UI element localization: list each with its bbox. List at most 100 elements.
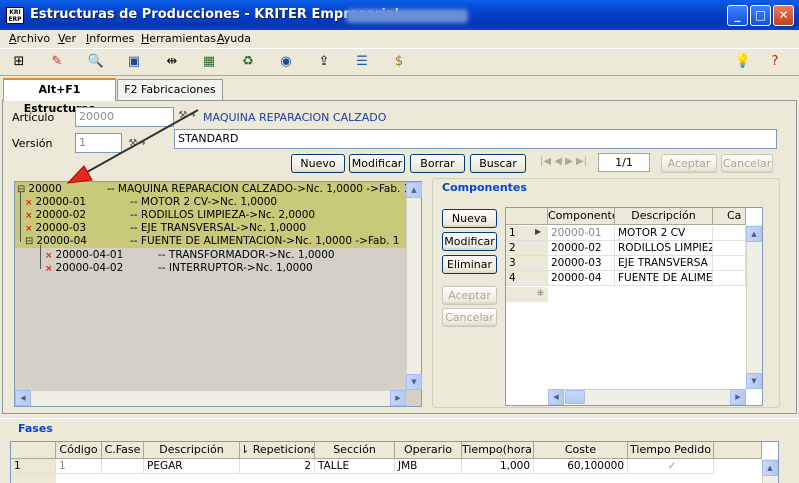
export-icon[interactable]: ⇪ (314, 52, 334, 72)
tree-node[interactable]: × 20000-02 (25, 209, 86, 222)
article-label: Artículo (12, 111, 55, 124)
collapse-icon[interactable]: ⊟ (25, 236, 33, 247)
phase-description: PEGAR (144, 459, 240, 474)
component-code: 20000-01 (548, 226, 615, 241)
component-code: 20000-03 (548, 256, 615, 271)
phases-scroll-up[interactable]: ▲ (762, 460, 778, 476)
help-icon[interactable]: ? (765, 52, 785, 72)
maximize-button[interactable]: □ (750, 5, 771, 26)
view-icon[interactable]: ▣ (124, 52, 144, 72)
row-number: 4 (506, 271, 548, 286)
component-delete-button[interactable]: Eliminar (442, 255, 497, 274)
annotation-arrow (66, 109, 199, 184)
tree-node[interactable]: × 20000-04-01 (45, 249, 123, 262)
globe-icon[interactable]: ◉ (276, 52, 296, 72)
component-quantity (713, 271, 746, 286)
tree-scroll-down[interactable]: ▼ (406, 374, 422, 390)
phase-col-header[interactable]: Código (56, 442, 102, 459)
leaf-marker-icon: × (45, 251, 53, 261)
component-description: FUENTE DE ALIME (615, 271, 713, 286)
phase-col-header[interactable]: Sección (315, 442, 395, 459)
version-label: Versión (12, 137, 53, 150)
phase-row-number: 1 (11, 459, 56, 474)
row-number: 1 (506, 226, 548, 241)
component-description: MOTOR 2 CV (615, 226, 713, 241)
components-scroll-thumb[interactable] (565, 390, 585, 404)
component-modify-button[interactable]: Modificar (442, 232, 497, 251)
phase-col-header[interactable]: ⇂ Repeticione (240, 442, 315, 459)
minimize-button[interactable]: _ (727, 5, 748, 26)
menu-ver[interactable]: Ver (58, 32, 76, 45)
tree-vertical-scrollbar[interactable] (406, 182, 421, 390)
tree-horizontal-scrollbar[interactable] (15, 390, 406, 406)
menu-ayuda[interactable]: Ayuda (217, 32, 251, 45)
phase-cfase (102, 459, 144, 474)
swap-icon[interactable]: ⇹ (162, 52, 182, 72)
money-bag-icon[interactable]: $ (389, 52, 409, 72)
cancel-button[interactable]: Cancelar (721, 154, 773, 173)
components-scroll-right[interactable]: ▶ (730, 389, 746, 405)
component-cancel-button[interactable]: Cancelar (442, 308, 497, 327)
app-icon-top-text: KRI (9, 9, 21, 16)
phase-col-header[interactable]: Tiempo Pedido (628, 442, 714, 459)
tree-node[interactable]: ⊟ 20000-04 (25, 235, 87, 248)
phase-col-header[interactable]: Descripción (144, 442, 240, 459)
modify-button[interactable]: Modificar (349, 154, 405, 173)
menu-herramientas[interactable]: Herramientas (141, 32, 216, 45)
phases-grid-corner (11, 442, 56, 459)
components-scroll-left[interactable]: ◀ (548, 389, 564, 405)
hierarchy-icon[interactable]: ☰ (352, 52, 372, 72)
recycle-icon[interactable]: ♻ (238, 52, 258, 72)
tree-scroll-left[interactable]: ◀ (15, 390, 31, 406)
delete-button[interactable]: Borrar (410, 154, 465, 173)
col-header-component[interactable]: Componente (548, 208, 615, 225)
preview-icon[interactable]: 🔍 (86, 52, 106, 72)
search-button[interactable]: Buscar (470, 154, 526, 173)
phase-cost: 60,100000 (534, 459, 628, 474)
tree-node[interactable]: ⊟ 20000 (17, 183, 62, 196)
tree-node[interactable]: × 20000-03 (25, 222, 86, 235)
component-new-button[interactable]: Nueva (442, 209, 497, 228)
col-header-description[interactable]: Descripción (615, 208, 713, 225)
phase-col-header[interactable]: Coste (534, 442, 628, 459)
calculator-icon[interactable]: ▦ (199, 52, 219, 72)
col-header-quantity[interactable]: Ca (713, 208, 746, 225)
tree-node-description: -- RODILLOS LIMPIEZA->Nc. 2,0000 (130, 209, 316, 221)
record-navigation[interactable]: |◀ ◀ ▶ ▶| (540, 156, 587, 167)
tree-icon[interactable]: ⊞ (9, 52, 29, 72)
component-accept-button[interactable]: Aceptar (442, 286, 497, 305)
app-icon[interactable]: KRI ERP (6, 7, 24, 24)
collapse-icon[interactable]: ⊟ (17, 184, 25, 195)
close-button[interactable]: ✕ (773, 5, 794, 26)
tree-node[interactable]: × 20000-04-02 (45, 262, 123, 275)
components-title: Componentes (442, 181, 527, 194)
version-name-field[interactable]: STANDARD (174, 129, 777, 149)
tree-node-code: 20000 (28, 183, 62, 195)
components-vertical-scrollbar[interactable] (746, 225, 762, 389)
phase-operator: JMB (395, 459, 462, 474)
tab-fabrications[interactable]: F2 Fabricaciones (117, 79, 223, 100)
current-row-icon: ▶ (535, 227, 542, 236)
component-quantity (713, 226, 746, 241)
app-icon-bottom-text: ERP (8, 16, 22, 23)
phase-col-header[interactable]: Tiempo(hora) (462, 442, 534, 459)
components-scroll-up[interactable]: ▲ (746, 226, 762, 242)
tree-node-description: -- EJE TRANSVERSAL->Nc. 1,0000 (130, 222, 307, 234)
tree-scroll-right[interactable]: ▶ (390, 390, 406, 406)
phase-section: TALLE (315, 459, 395, 474)
phase-col-header[interactable]: C.Fase (102, 442, 144, 459)
phase-code: 1 (56, 459, 102, 474)
tab-structures[interactable]: Alt+F1 Estructuras (3, 78, 116, 115)
row-number: 3 (506, 256, 548, 271)
tree-scroll-up[interactable]: ▲ (406, 182, 422, 198)
menu-archivo[interactable]: Archivo (9, 32, 50, 45)
phase-col-header[interactable]: Operario (395, 442, 462, 459)
new-button[interactable]: Nuevo (291, 154, 345, 173)
components-scroll-down[interactable]: ▼ (746, 373, 762, 389)
pencil-icon[interactable]: ✎ (47, 52, 67, 72)
phase-ordered-checkbox[interactable]: ✓ (628, 459, 714, 474)
lightbulb-icon[interactable]: 💡 (733, 52, 753, 72)
menu-informes[interactable]: Informes (86, 32, 134, 45)
phases-title: Fases (18, 422, 53, 435)
accept-button[interactable]: Aceptar (661, 154, 717, 173)
